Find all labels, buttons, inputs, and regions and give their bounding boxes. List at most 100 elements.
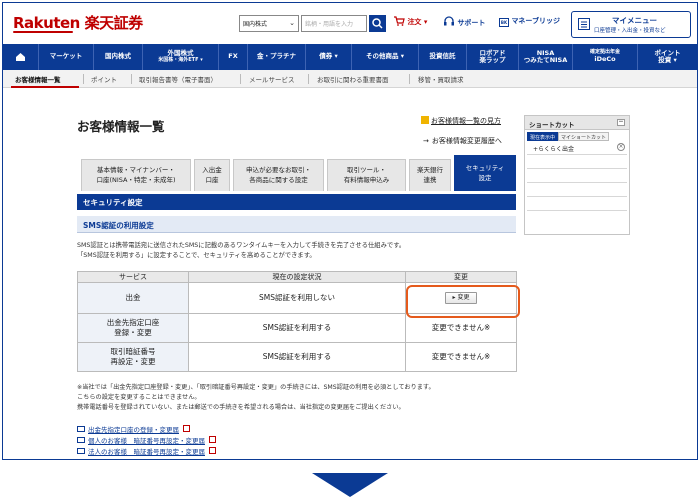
history-link[interactable]: → お客様情報変更履歴へ — [423, 136, 502, 146]
form-link-label: 法人のお客様 暗証番号再設定・変更届 — [88, 447, 205, 456]
order-label: 注文 — [407, 18, 422, 26]
nav-home[interactable] — [3, 44, 39, 70]
tab-my-shortcut[interactable]: マイショートカット — [558, 132, 610, 141]
nav-label: FX — [228, 52, 238, 61]
shortcut-empty-row — [527, 197, 627, 211]
table-header-row: サービス 現在の設定状況 変更 — [77, 271, 517, 283]
guide-link[interactable]: お客様情報一覧の見方 — [421, 116, 501, 126]
category-select[interactable]: 国内株式 ⌄ — [239, 15, 299, 32]
shortcut-empty-row — [527, 211, 627, 225]
shortcut-item[interactable]: +らくらく出金 × — [527, 141, 627, 155]
subnav-points[interactable]: ポイント — [91, 74, 117, 84]
status-cell: SMS認証を利用する — [188, 342, 406, 372]
settings-tabs: 基本情報・マイナンバー・ 口座(NISA・特定・未成年) 入出金 口座 申込が必… — [77, 155, 517, 191]
my-menu-label: マイメニュー — [612, 16, 657, 25]
nav-fx[interactable]: FX — [219, 44, 248, 70]
service-cell: 出金 — [77, 282, 189, 314]
nav-sublabel: 投資 ▾ — [658, 56, 677, 64]
my-menu-button[interactable]: マイメニュー 口座管理・入出金・投資など — [571, 11, 691, 38]
search-button[interactable] — [369, 15, 386, 32]
shortcut-empty-row — [527, 155, 627, 169]
nav-label: 金・プラチナ — [257, 52, 296, 61]
shortcut-panel: ショートカット － 現在表示中 マイショートカット +らくらく出金 × — [524, 115, 630, 235]
support-link[interactable]: サポート — [443, 16, 485, 28]
tab-basic-info[interactable]: 基本情報・マイナンバー・ 口座(NISA・特定・未成年) — [81, 159, 191, 191]
shortcut-header: ショートカット － — [525, 116, 629, 130]
tab-security[interactable]: セキュリティ 設定 — [454, 155, 516, 191]
pdf-icon — [209, 436, 216, 443]
nav-market[interactable]: マーケット — [39, 44, 94, 70]
search-input[interactable]: 銘柄・用語を入力 — [301, 15, 367, 32]
nav-domestic-stock[interactable]: 国内株式 — [94, 44, 143, 70]
form-link-label: 個人のお客様 暗証番号再設定・変更届 — [88, 436, 205, 445]
money-bridge-link[interactable]: BK マネーブリッジ — [499, 16, 560, 27]
nav-sublabel: iDeCo — [594, 55, 616, 64]
logo-underline — [13, 31, 73, 33]
global-nav: マーケット 国内株式 外国株式 米国株・海外ETF ▾ FX 金・プラチナ 債券… — [3, 44, 697, 70]
tab-deposit-account[interactable]: 入出金 口座 — [194, 159, 230, 191]
chevron-down-icon: ⌄ — [289, 19, 295, 27]
bank-icon: BK — [499, 18, 509, 27]
nav-sublabel: 楽ラップ — [479, 56, 506, 64]
rakuten-logo[interactable]: Rakuten 楽天証券 — [13, 12, 143, 33]
minimize-button[interactable]: － — [617, 119, 625, 126]
divider — [240, 74, 241, 84]
form-link-withdrawal-account[interactable]: 出金先指定口座の登録・変更届 — [77, 423, 377, 434]
shortcut-empty-row — [527, 183, 627, 197]
support-label: サポート — [457, 19, 486, 27]
tab-rakuten-bank[interactable]: 楽天銀行 連携 — [409, 159, 451, 191]
headset-icon — [444, 16, 454, 26]
form-link-individual-pin[interactable]: 個人のお客様 暗証番号再設定・変更届 — [77, 434, 377, 445]
guide-link-label: お客様情報一覧の見方 — [431, 117, 501, 125]
cart-icon — [394, 16, 405, 26]
subnav-reports[interactable]: 取引報告書等（電子書面） — [139, 74, 217, 84]
change-cell: 変更できません※ — [405, 342, 517, 372]
nav-point-invest[interactable]: ポイント 投資 ▾ — [638, 44, 697, 70]
note-line: 携帯電話番号を登録されていない、または郵送での手続きを希望される場合は、当社指定… — [77, 404, 405, 412]
shortcut-title: ショートカット — [529, 121, 575, 129]
nav-robo-advisor[interactable]: ロボアド 楽ラップ — [467, 44, 519, 70]
tab-label: 申込が必要なお取引・ 各商品に関する設定 — [246, 166, 311, 184]
nav-label: 投資信託 — [429, 52, 456, 61]
desc-line: 「SMS認証を利用する」に設定することで、セキュリティを高めることができます。 — [77, 252, 316, 260]
subnav-transfer[interactable]: 移管・買取請求 — [418, 74, 464, 84]
note-line: ※当社では「出金先指定口座登録・変更」、「取引暗証番号再設定・変更」の手続きには… — [77, 384, 435, 391]
sub-nav: お客様情報一覧 ポイント 取引報告書等（電子書面） メールサービス お取引に関わ… — [3, 70, 697, 88]
subnav-important-docs[interactable]: お取引に関わる重要書面 — [317, 74, 389, 84]
nav-ideco[interactable]: 確定拠出年金 iDeCo — [573, 44, 638, 70]
divider — [83, 74, 84, 84]
money-bridge-label: マネーブリッジ — [511, 17, 561, 25]
tab-current-view[interactable]: 現在表示中 — [527, 132, 559, 141]
nav-other-products[interactable]: その他商品 ▾ — [352, 44, 419, 70]
nav-foreign-stock[interactable]: 外国株式 米国株・海外ETF ▾ — [143, 44, 219, 70]
table-row: 取引暗証番号 再設定・変更 SMS認証を利用する 変更できません※ — [77, 342, 517, 372]
subnav-customer-info[interactable]: お客様情報一覧 — [15, 74, 61, 84]
list-icon — [578, 18, 590, 30]
nav-investment-trust[interactable]: 投資信託 — [419, 44, 467, 70]
nav-gold[interactable]: 金・プラチナ — [248, 44, 306, 70]
status-cell: SMS認証を利用する — [188, 313, 406, 343]
nav-nisa[interactable]: NISA つみたてNISA — [519, 44, 573, 70]
form-links: 出金先指定口座の登録・変更届 個人のお客様 暗証番号再設定・変更届 法人のお客様… — [77, 423, 377, 456]
shortcut-tabs: 現在表示中 マイショートカット — [525, 130, 629, 141]
subnav-mail-service[interactable]: メールサービス — [249, 74, 295, 84]
desc-line: SMS認証とは携帯電話宛に送信されたSMSに記載のあるワンタイムキーを入力して手… — [77, 242, 406, 249]
pdf-icon — [209, 447, 216, 454]
info-icon — [421, 116, 429, 124]
nav-sublabel: つみたてNISA — [523, 56, 568, 64]
nav-bonds[interactable]: 債券 ▾ — [306, 44, 352, 70]
tab-application-settings[interactable]: 申込が必要なお取引・ 各商品に関する設定 — [233, 159, 324, 191]
order-link[interactable]: 注文 ▾ — [393, 16, 427, 27]
sms-description: SMS認証とは携帯電話宛に送信されたSMSに記載のあるワンタイムキーを入力して手… — [77, 241, 517, 261]
arrow-down-icon — [312, 473, 388, 497]
main-frame: Rakuten 楽天証券 国内株式 ⌄ 銘柄・用語を入力 注文 ▾ サポート B… — [2, 2, 698, 460]
nav-label: 国内株式 — [105, 52, 131, 61]
tab-trading-tools[interactable]: 取引ツール・ 有料情報申込み — [327, 159, 406, 191]
form-link-corporate-pin[interactable]: 法人のお客様 暗証番号再設定・変更届 — [77, 445, 377, 456]
notes: ※当社では「出金先指定口座登録・変更」、「取引暗証番号再設定・変更」の手続きには… — [77, 383, 537, 414]
tab-label: 楽天銀行 連携 — [417, 166, 443, 184]
status-cell: SMS認証を利用しない — [188, 282, 406, 314]
close-icon[interactable]: × — [617, 143, 625, 151]
tab-label: 入出金 口座 — [202, 166, 222, 184]
nav-label: マーケット — [49, 52, 83, 61]
